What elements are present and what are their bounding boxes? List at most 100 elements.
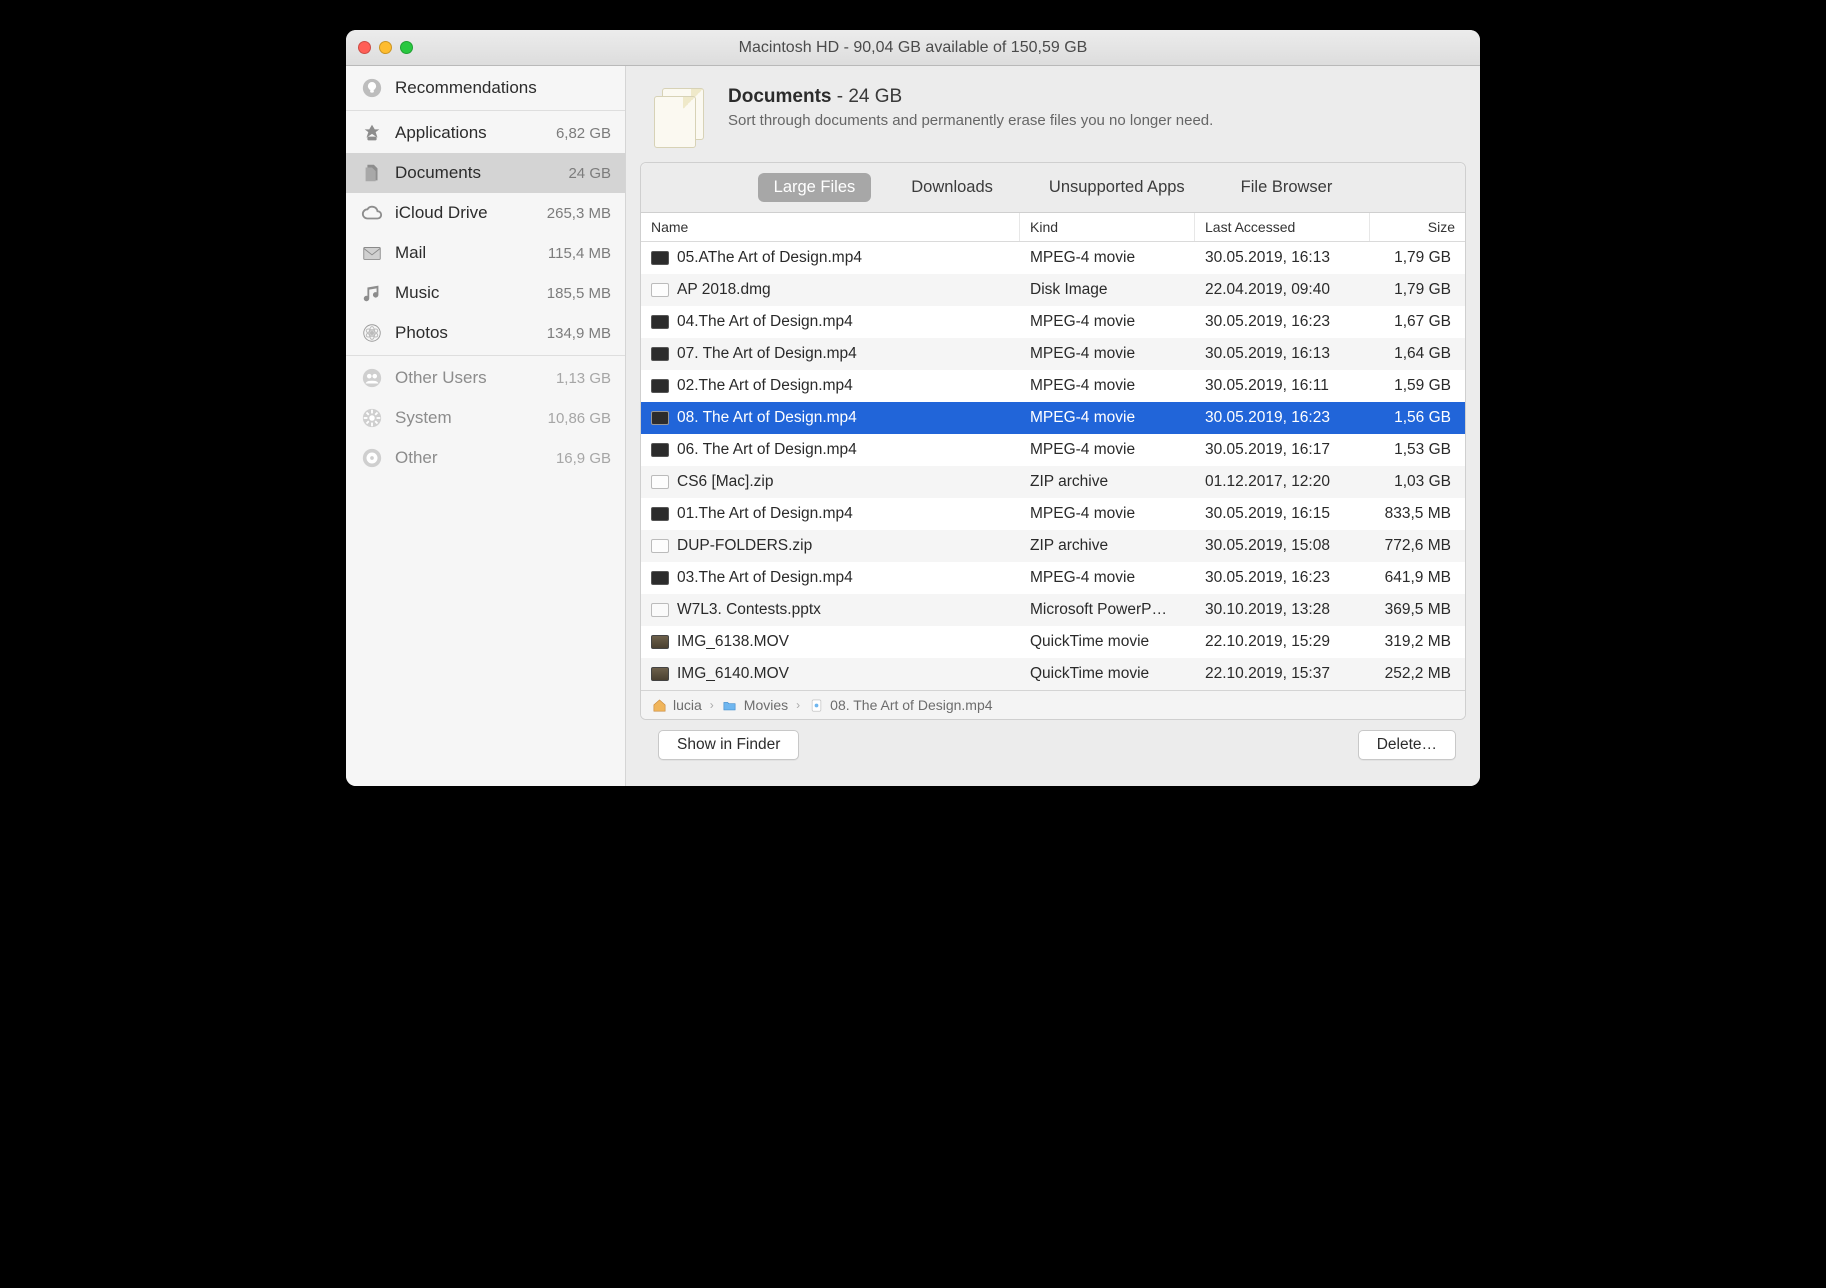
sidebar-item-label: iCloud Drive: [395, 203, 488, 223]
sidebar-item-icloud-drive[interactable]: iCloud Drive265,3 MB: [346, 193, 625, 233]
sidebar-item-system[interactable]: System10,86 GB: [346, 398, 625, 438]
file-icon: [808, 697, 824, 713]
sidebar-item-size: 115,4 MB: [548, 245, 611, 262]
table-row[interactable]: 05.AThe Art of Design.mp4MPEG-4 movie30.…: [641, 242, 1465, 274]
disc-icon: [360, 446, 384, 470]
panel-title: Documents - 24 GB: [728, 86, 1213, 108]
sidebar-item-other-users[interactable]: Other Users1,13 GB: [346, 358, 625, 398]
table-row[interactable]: IMG_6140.MOV QuickTime movie22.10.2019, 1…: [641, 658, 1465, 690]
chevron-right-icon: ›: [794, 698, 802, 712]
cell-name: 05.AThe Art of Design.mp4: [641, 249, 1020, 267]
cell-size: 1,64 GB: [1370, 345, 1465, 363]
cell-size: 772,6 MB: [1370, 537, 1465, 555]
cell-size: 369,5 MB: [1370, 601, 1465, 619]
cell-kind: QuickTime movie: [1020, 665, 1195, 683]
cell-last-accessed: 22.10.2019, 15:29: [1195, 633, 1370, 651]
cell-name: 04.The Art of Design.mp4: [641, 313, 1020, 331]
file-name: IMG_6140.MOV: [677, 665, 789, 683]
cell-name: IMG_6138.MOV: [641, 633, 1020, 651]
cell-size: 833,5 MB: [1370, 505, 1465, 523]
file-thumb-icon: [651, 379, 669, 393]
path-segment[interactable]: Movies: [744, 697, 788, 713]
delete-button[interactable]: Delete…: [1358, 730, 1456, 760]
cell-last-accessed: 30.05.2019, 16:23: [1195, 569, 1370, 587]
table-row[interactable]: IMG_6138.MOVQuickTime movie22.10.2019, 1…: [641, 626, 1465, 658]
close-button[interactable]: [358, 41, 371, 54]
sidebar-item-applications[interactable]: Applications6,82 GB: [346, 113, 625, 153]
sidebar-item-recommendations[interactable]: Recommendations: [346, 68, 625, 108]
cell-last-accessed: 22.10.2019, 15:37: [1195, 665, 1370, 683]
minimize-button[interactable]: [379, 41, 392, 54]
table-row[interactable]: 07. The Art of Design.mp4MPEG-4 movie30.…: [641, 338, 1465, 370]
table-row[interactable]: 01.The Art of Design.mp4MPEG-4 movie30.0…: [641, 498, 1465, 530]
file-thumb-icon: [651, 475, 669, 489]
table-body[interactable]: 05.AThe Art of Design.mp4MPEG-4 movie30.…: [641, 242, 1465, 690]
titlebar: Macintosh HD - 90,04 GB available of 150…: [346, 30, 1480, 66]
sidebar-item-music[interactable]: Music185,5 MB: [346, 273, 625, 313]
cell-name: 01.The Art of Design.mp4: [641, 505, 1020, 523]
column-name[interactable]: Name: [641, 213, 1020, 241]
zoom-button[interactable]: [400, 41, 413, 54]
cell-kind: MPEG-4 movie: [1020, 377, 1195, 395]
cloud-icon: [360, 201, 384, 225]
cell-kind: ZIP archive: [1020, 473, 1195, 491]
file-name: 08. The Art of Design.mp4: [677, 409, 857, 427]
table-row[interactable]: W7L3. Contests.pptxMicrosoft PowerP…30.1…: [641, 594, 1465, 626]
file-thumb-icon: [651, 571, 669, 585]
table-row[interactable]: 06. The Art of Design.mp4MPEG-4 movie30.…: [641, 434, 1465, 466]
cell-name: CS6 [Mac].zip: [641, 473, 1020, 491]
tab-unsupported-apps[interactable]: Unsupported Apps: [1033, 173, 1201, 202]
file-thumb-icon: [651, 539, 669, 553]
table-row[interactable]: 02.The Art of Design.mp4MPEG-4 movie30.0…: [641, 370, 1465, 402]
sidebar-item-size: 6,82 GB: [556, 125, 611, 142]
file-name: 04.The Art of Design.mp4: [677, 313, 853, 331]
cell-last-accessed: 01.12.2017, 12:20: [1195, 473, 1370, 491]
path-segment[interactable]: lucia: [673, 697, 702, 713]
file-name: 05.AThe Art of Design.mp4: [677, 249, 862, 267]
cell-name: 08. The Art of Design.mp4: [641, 409, 1020, 427]
cell-kind: MPEG-4 movie: [1020, 345, 1195, 363]
column-size[interactable]: Size: [1370, 213, 1465, 241]
cell-name: 07. The Art of Design.mp4: [641, 345, 1020, 363]
cell-last-accessed: 30.05.2019, 16:15: [1195, 505, 1370, 523]
file-name: AP 2018.dmg: [677, 281, 771, 299]
sidebar-item-label: Music: [395, 283, 439, 303]
column-kind[interactable]: Kind: [1020, 213, 1195, 241]
file-name: 03.The Art of Design.mp4: [677, 569, 853, 587]
tab-downloads[interactable]: Downloads: [895, 173, 1009, 202]
lightbulb-icon: [360, 76, 384, 100]
sidebar-item-label: Other: [395, 448, 438, 468]
tab-file-browser[interactable]: File Browser: [1225, 173, 1349, 202]
window-controls: [358, 41, 413, 54]
table-row[interactable]: DUP-FOLDERS.zip ZIP archive30.05.2019, 15…: [641, 530, 1465, 562]
main-panel: Documents - 24 GB Sort through documents…: [626, 66, 1480, 786]
tab-large-files[interactable]: Large Files: [758, 173, 872, 202]
sidebar-item-other[interactable]: Other16,9 GB: [346, 438, 625, 478]
path-segment[interactable]: 08. The Art of Design.mp4: [830, 697, 992, 713]
apps-icon: [360, 121, 384, 145]
cell-last-accessed: 30.05.2019, 16:11: [1195, 377, 1370, 395]
file-thumb-icon: [651, 251, 669, 265]
cell-last-accessed: 30.05.2019, 15:08: [1195, 537, 1370, 555]
photos-icon: [360, 321, 384, 345]
cell-size: 1,53 GB: [1370, 441, 1465, 459]
sidebar-item-size: 10,86 GB: [548, 410, 611, 427]
table-row[interactable]: 04.The Art of Design.mp4MPEG-4 movie30.0…: [641, 306, 1465, 338]
cell-kind: MPEG-4 movie: [1020, 409, 1195, 427]
sidebar-item-documents[interactable]: Documents24 GB: [346, 153, 625, 193]
table-row[interactable]: 08. The Art of Design.mp4 MPEG-4 movie30.…: [641, 402, 1465, 434]
cell-kind: ZIP archive: [1020, 537, 1195, 555]
show-in-finder-button[interactable]: Show in Finder: [658, 730, 799, 760]
file-thumb-icon: [651, 667, 669, 681]
table-row[interactable]: AP 2018.dmgDisk Image22.04.2019, 09:401,…: [641, 274, 1465, 306]
file-name: DUP-FOLDERS.zip: [677, 537, 812, 555]
cell-size: 252,2 MB: [1370, 665, 1465, 683]
cell-last-accessed: 30.05.2019, 16:23: [1195, 409, 1370, 427]
table-row[interactable]: CS6 [Mac].zipZIP archive01.12.2017, 12:2…: [641, 466, 1465, 498]
cell-last-accessed: 30.10.2019, 13:28: [1195, 601, 1370, 619]
sidebar-item-photos[interactable]: Photos134,9 MB: [346, 313, 625, 353]
table-row[interactable]: 03.The Art of Design.mp4MPEG-4 movie30.0…: [641, 562, 1465, 594]
home-icon: [651, 697, 667, 713]
column-last-accessed[interactable]: Last Accessed: [1195, 213, 1370, 241]
sidebar-item-mail[interactable]: Mail115,4 MB: [346, 233, 625, 273]
